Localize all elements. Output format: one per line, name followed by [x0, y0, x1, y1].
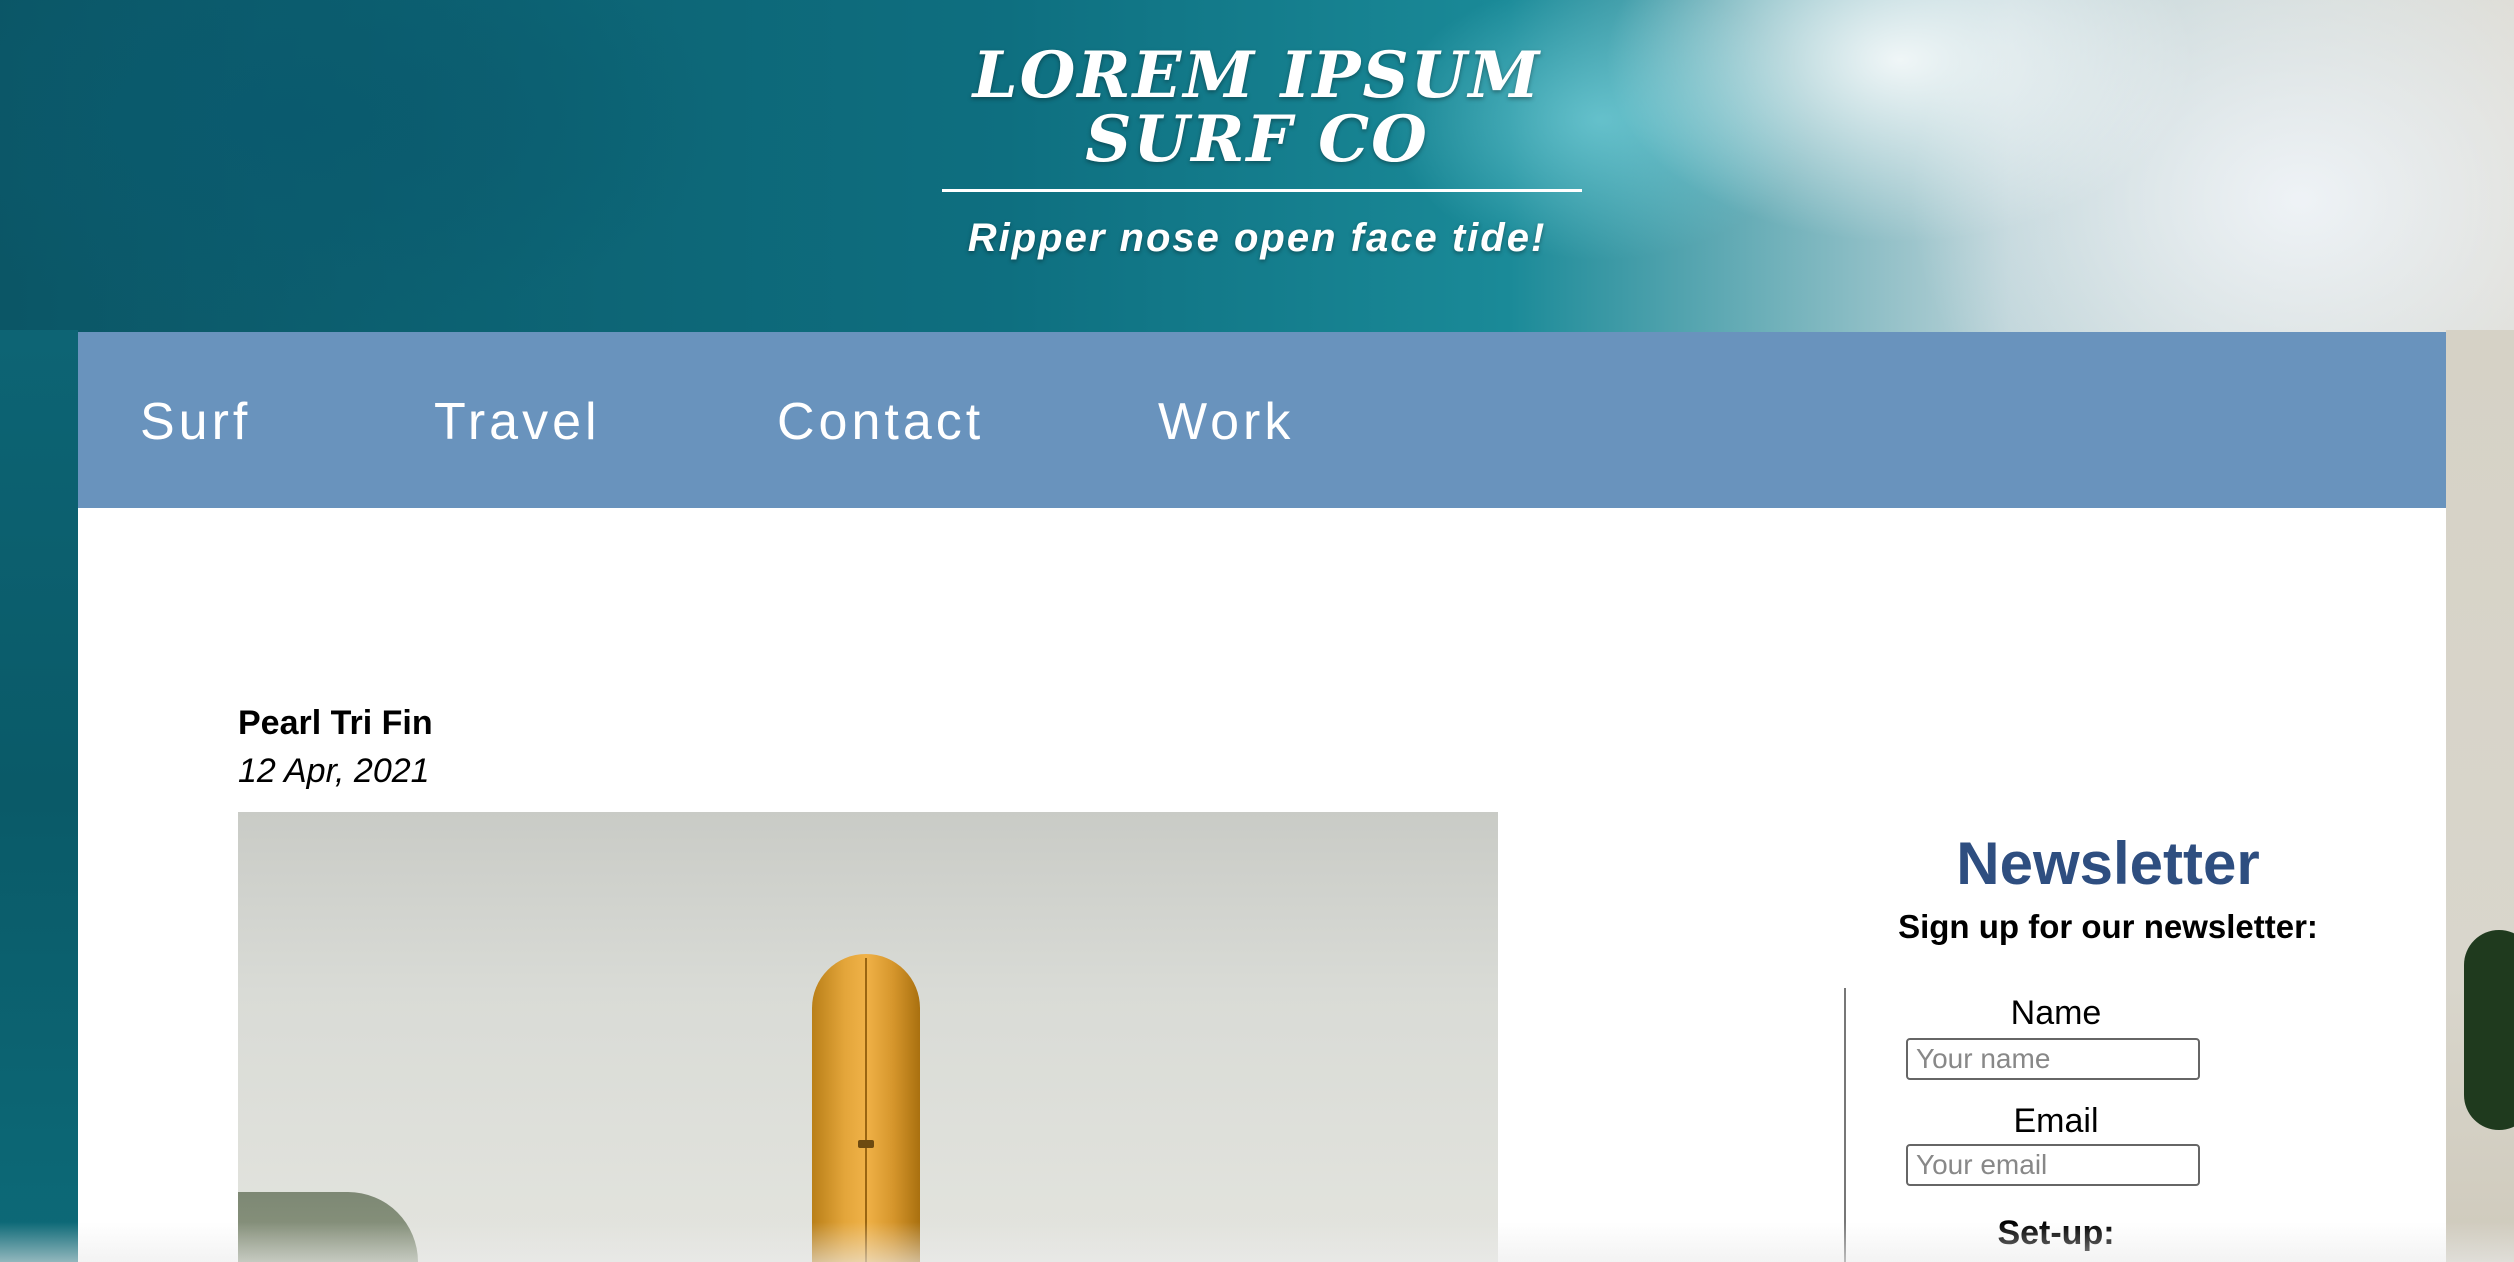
newsletter-heading: Newsletter — [1956, 830, 2260, 897]
tree-foliage — [2464, 930, 2514, 1130]
title-divider — [942, 189, 1582, 192]
setup-label: Set-up: — [1997, 1214, 2115, 1252]
site-header: LOREM IPSUM SURF CO Ripper nose open fac… — [0, 0, 2514, 332]
newsletter-form: Name Email Set-up: — [1844, 988, 2284, 1262]
nav-item-work[interactable]: Work — [1158, 392, 1294, 452]
site-title-line-1: LOREM IPSUM — [972, 38, 1542, 113]
nav-item-contact[interactable]: Contact — [777, 392, 984, 452]
site-tagline: Ripper nose open face tide! — [967, 216, 1547, 260]
name-label: Name — [2010, 994, 2102, 1032]
email-label: Email — [2013, 1102, 2099, 1140]
ocean-background-left — [0, 330, 78, 1262]
main-content: Pearl Tri Fin 12 Apr, 2021 Newsletter Si… — [78, 508, 2446, 1262]
site-title-line-2: SURF CO — [1085, 102, 1429, 177]
site-title[interactable]: LOREM IPSUM SURF CO — [0, 44, 2514, 172]
image-surfboard-stringer — [865, 958, 867, 1262]
nav-item-travel[interactable]: Travel — [434, 392, 601, 452]
image-surfboard-logo — [858, 1140, 874, 1148]
newsletter-sidebar: Newsletter Sign up for our newsletter: — [1798, 828, 2418, 946]
nav-item-surf[interactable]: Surf — [140, 392, 251, 452]
newsletter-subheading: Sign up for our newsletter: — [1898, 908, 2318, 945]
post-date: 12 Apr, 2021 — [238, 752, 430, 790]
email-input[interactable] — [1906, 1144, 2200, 1186]
post-title[interactable]: Pearl Tri Fin — [238, 704, 433, 743]
main-nav: Surf Travel Contact Work — [78, 332, 2446, 508]
name-input[interactable] — [1906, 1038, 2200, 1080]
image-hill — [238, 1192, 418, 1262]
beach-background-right — [2446, 330, 2514, 1262]
post-image-surfboard[interactable] — [238, 812, 1498, 1262]
